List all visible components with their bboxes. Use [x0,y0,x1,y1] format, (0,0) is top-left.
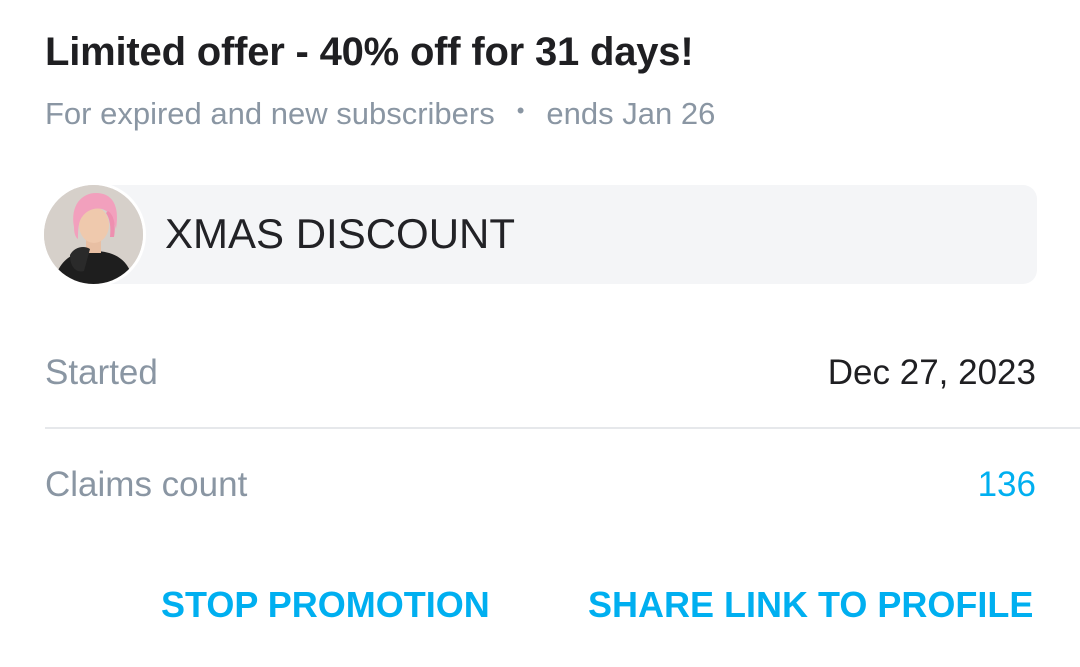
offer-title: Limited offer - 40% off for 31 days! [45,30,694,74]
promotion-card: Limited offer - 40% off for 31 days! For… [0,0,1080,667]
stop-promotion-button[interactable]: STOP PROMOTION [161,580,490,630]
separator-dot: • [516,98,525,123]
claims-row: Claims count 136 [45,462,1036,508]
promotion-name: XMAS DISCOUNT [165,210,516,257]
avatar [44,185,143,284]
offer-audience: For expired and new subscribers [45,96,495,131]
profile-photo-icon [44,185,143,284]
claims-label: Claims count [45,465,248,504]
claims-value: 136 [977,465,1036,504]
share-link-button[interactable]: SHARE LINK TO PROFILE [588,580,1033,630]
started-value: Dec 27, 2023 [827,353,1036,392]
offer-subtitle: For expired and new subscribers • ends J… [45,96,715,132]
divider [45,427,1080,429]
started-row: Started Dec 27, 2023 [45,350,1036,396]
started-label: Started [45,353,158,392]
offer-end-date: ends Jan 26 [546,96,716,131]
